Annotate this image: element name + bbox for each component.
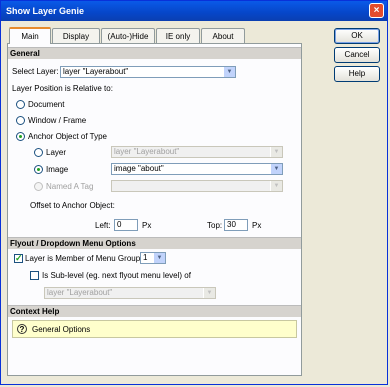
dialog-window: Show Layer Genie × Main Display (Auto-)H… [0,0,388,385]
radio-anchor-named-a [34,182,43,191]
radio-anchor-image[interactable] [34,165,43,174]
member-checkbox[interactable]: ✓ [14,254,23,263]
radio-anchor-layer[interactable] [34,148,43,157]
sublevel-value: layer "Layerabout" [47,288,113,297]
anchor-layer-value: layer "Layerabout" [114,147,180,156]
context-help-text: General Options [32,325,91,334]
help-button[interactable]: Help [334,66,380,82]
anchor-image-dropdown[interactable]: image "about" ▼ [111,163,283,175]
left-label: Left: [95,221,111,230]
tab-display[interactable]: Display [52,28,100,43]
question-icon: ? [17,324,27,334]
cancel-button[interactable]: Cancel [334,47,380,63]
anchor-named-a-dropdown: ▼ [111,180,283,192]
position-label: Layer Position is Relative to: [12,84,113,93]
top-offset-input[interactable]: 30 [224,219,248,231]
left-unit: Px [142,221,152,230]
select-layer-value: layer "Layerabout" [63,67,129,76]
left-offset-input[interactable]: 0 [114,219,138,231]
tab-main[interactable]: Main [9,27,51,44]
chevron-down-icon: ▼ [270,147,282,157]
tab-about[interactable]: About [201,28,245,43]
top-label: Top: [207,221,223,230]
chevron-down-icon: ▼ [270,164,282,174]
title-bar: Show Layer Genie [1,1,387,21]
top-unit: Px [252,221,262,230]
radio-document-label: Document [28,100,65,109]
tab-ie-only[interactable]: IE only [156,28,200,43]
menu-group-dropdown[interactable]: 1 ▼ [140,252,166,264]
select-layer-dropdown[interactable]: layer "Layerabout" ▼ [60,66,236,78]
window-title: Show Layer Genie [6,6,85,16]
member-label: Layer is Member of Menu Group: [25,254,143,263]
sublevel-label: Is Sub-level (eg. next flyout menu level… [42,271,191,280]
anchor-image-value: image "about" [114,164,164,173]
radio-window-frame-label: Window / Frame [28,116,87,125]
anchor-layer-dropdown: layer "Layerabout" ▼ [111,146,283,158]
context-help-box: ? General Options [12,320,297,338]
chevron-down-icon: ▼ [203,288,215,298]
offset-label: Offset to Anchor Object: [30,201,115,210]
radio-window-frame[interactable] [16,116,25,125]
menu-group-value: 1 [143,253,148,262]
radio-anchor-object[interactable] [16,132,25,141]
main-panel: General Select Layer: layer "Layerabout"… [7,43,302,376]
chevron-down-icon: ▼ [270,181,282,191]
tab-auto-hide[interactable]: (Auto-)Hide [101,28,155,43]
sublevel-checkbox[interactable] [30,271,39,280]
select-layer-label: Select Layer: [12,67,59,76]
close-icon[interactable]: × [369,3,384,18]
general-heading: General [8,47,301,59]
radio-anchor-named-a-label: Named A Tag [46,182,94,191]
radio-anchor-object-label: Anchor Object of Type [28,132,108,141]
flyout-heading: Flyout / Dropdown Menu Options [8,237,301,249]
radio-anchor-image-label: Image [46,165,69,174]
ok-button[interactable]: OK [334,28,380,44]
radio-anchor-layer-label: Layer [46,148,67,157]
context-help-heading: Context Help [8,305,301,317]
chevron-down-icon: ▼ [223,67,235,77]
sublevel-dropdown: layer "Layerabout" ▼ [44,287,216,299]
chevron-down-icon: ▼ [153,253,165,263]
radio-document[interactable] [16,100,25,109]
